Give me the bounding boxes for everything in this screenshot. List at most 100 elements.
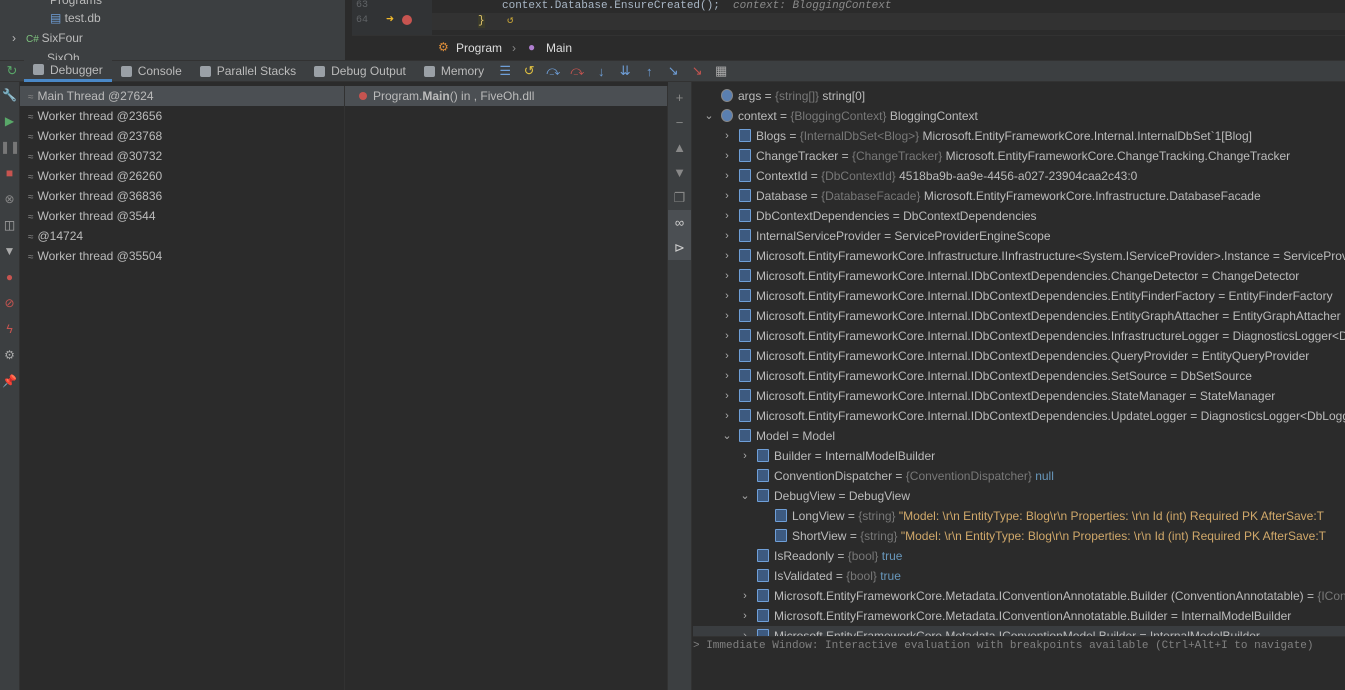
- chevron-right-icon[interactable]: ›: [739, 606, 751, 626]
- stop-icon[interactable]: ■: [0, 160, 19, 186]
- variable-row[interactable]: › Blogs = {InternalDbSet<Blog>} Microsoft…: [693, 126, 1345, 146]
- thread-item[interactable]: ≈ Worker thread @36836: [20, 186, 344, 206]
- variable-row[interactable]: › DbContextDependencies = DbContextDepend…: [693, 206, 1345, 226]
- variable-row[interactable]: › ChangeTracker = {ChangeTracker} Microso…: [693, 146, 1345, 166]
- variable-row[interactable]: › Microsoft.EntityFrameworkCore.Internal.…: [693, 406, 1345, 426]
- tree-item-sixfour[interactable]: › C# SixFour: [12, 28, 83, 48]
- variable-row[interactable]: › Builder = InternalModelBuilder: [693, 446, 1345, 466]
- breadcrumb-program[interactable]: Program: [456, 41, 502, 55]
- variable-row[interactable]: › Microsoft.EntityFrameworkCore.Internal.…: [693, 366, 1345, 386]
- chevron-right-icon[interactable]: ›: [721, 386, 733, 406]
- immediate-window-input[interactable]: > Immediate Window: Interactive evaluati…: [693, 636, 1345, 690]
- variable-row[interactable]: › Microsoft.EntityFrameworkCore.Infrastru…: [693, 246, 1345, 266]
- variable-row[interactable]: › Microsoft.EntityFrameworkCore.Internal.…: [693, 346, 1345, 366]
- chevron-right-icon[interactable]: ›: [721, 166, 733, 186]
- chevron-right-icon[interactable]: ›: [721, 226, 733, 246]
- variable-row[interactable]: › Microsoft.EntityFrameworkCore.Internal.…: [693, 326, 1345, 346]
- immediate-window-icon[interactable]: ⊳: [668, 235, 691, 260]
- variable-row[interactable]: › ContextId = {DbContextId} 4518ba9b-aa9e…: [693, 166, 1345, 186]
- evaluate-expression-icon[interactable]: ▦: [709, 63, 733, 79]
- step-out-icon[interactable]: ↑: [637, 64, 661, 79]
- resume-icon[interactable]: ▶: [0, 108, 19, 134]
- chevron-right-icon[interactable]: ›: [721, 146, 733, 166]
- chevron-right-icon[interactable]: ›: [721, 326, 733, 346]
- pin-icon[interactable]: 📌: [0, 368, 19, 394]
- variable-row[interactable]: ⌄ Model = Model: [693, 426, 1345, 446]
- variable-row[interactable]: IsReadonly = {bool} true: [693, 546, 1345, 566]
- tab-debugger[interactable]: Debugger: [24, 60, 112, 82]
- thread-item[interactable]: ≈ Worker thread @23656: [20, 106, 344, 126]
- chevron-right-icon[interactable]: ›: [739, 586, 751, 606]
- thread-item[interactable]: ≈ Worker thread @35504: [20, 246, 344, 266]
- chevron-right-icon[interactable]: ›: [739, 446, 751, 466]
- breakpoint-icon[interactable]: [402, 15, 412, 25]
- breadcrumb-main[interactable]: Main: [546, 41, 572, 55]
- add-watch-icon[interactable]: +: [668, 85, 691, 110]
- move-up-icon[interactable]: ▲: [668, 135, 691, 160]
- force-run-to-cursor-icon[interactable]: ↘: [685, 63, 709, 79]
- variable-row[interactable]: ⌄ DebugView = DebugView: [693, 486, 1345, 506]
- chevron-right-icon[interactable]: ›: [721, 286, 733, 306]
- chevron-right-icon[interactable]: ›: [739, 626, 751, 636]
- tab-debug-output[interactable]: Debug Output: [305, 60, 415, 82]
- rerun-icon[interactable]: ↻: [0, 63, 24, 79]
- tab-memory[interactable]: Memory: [415, 60, 493, 82]
- layout-icon[interactable]: ◫: [0, 212, 19, 238]
- chevron-down-icon[interactable]: ⌄: [739, 486, 751, 506]
- chevron-right-icon[interactable]: ›: [721, 126, 733, 146]
- thread-item[interactable]: ≈ @14724: [20, 226, 344, 246]
- variable-row[interactable]: › Microsoft.EntityFrameworkCore.Internal.…: [693, 266, 1345, 286]
- thread-item[interactable]: ≈ Main Thread @27624: [20, 86, 344, 106]
- menu-icon[interactable]: ☰: [493, 63, 517, 79]
- chevron-right-icon[interactable]: ›: [721, 206, 733, 226]
- show-execution-point-icon[interactable]: ↺: [517, 63, 541, 79]
- tab-parallel-stacks[interactable]: Parallel Stacks: [191, 60, 305, 82]
- mute-breakpoints-icon[interactable]: ⊘: [0, 290, 19, 316]
- code-editor[interactable]: 63 64 ➜ context.Database.EnsureCreated()…: [352, 0, 1345, 60]
- detach-icon[interactable]: ⊗: [0, 186, 19, 212]
- chevron-right-icon[interactable]: ›: [721, 366, 733, 386]
- step-into-icon[interactable]: ↓: [589, 64, 613, 79]
- variable-row[interactable]: ConventionDispatcher = {ConventionDispat…: [693, 466, 1345, 486]
- variable-row[interactable]: ShortView = {string} "Model: \r\n Entity…: [693, 526, 1345, 546]
- variable-row[interactable]: › InternalServiceProvider = ServiceProvid…: [693, 226, 1345, 246]
- variable-row[interactable]: IsValidated = {bool} true: [693, 566, 1345, 586]
- frame-item[interactable]: Program.Main() in , FiveOh.dll: [345, 86, 667, 106]
- chevron-down-icon[interactable]: ⌄: [721, 426, 733, 446]
- step-return-icon[interactable]: ↺: [507, 15, 514, 28]
- variable-row[interactable]: LongView = {string} "Model: \r\n EntityT…: [693, 506, 1345, 526]
- tab-console[interactable]: Console: [112, 60, 191, 82]
- variable-row[interactable]: ⌄ context = {BloggingContext} BloggingCon…: [693, 106, 1345, 126]
- remove-icon[interactable]: −: [668, 110, 691, 135]
- variable-row[interactable]: args = {string[]} string[0]: [693, 86, 1345, 106]
- variable-row[interactable]: › Database = {DatabaseFacade} Microsoft.E…: [693, 186, 1345, 206]
- thread-item[interactable]: ≈ Worker thread @30732: [20, 146, 344, 166]
- thread-item[interactable]: ≈ Worker thread @23768: [20, 126, 344, 146]
- chevron-right-icon[interactable]: ›: [721, 186, 733, 206]
- filter-icon[interactable]: ▼: [0, 238, 19, 264]
- variable-row[interactable]: › Microsoft.EntityFrameworkCore.Metadata.…: [693, 586, 1345, 606]
- variable-row[interactable]: › Microsoft.EntityFrameworkCore.Internal.…: [693, 306, 1345, 326]
- chevron-right-icon[interactable]: ›: [721, 346, 733, 366]
- variable-row[interactable]: › Microsoft.EntityFrameworkCore.Internal.…: [693, 286, 1345, 306]
- variable-row[interactable]: › Microsoft.EntityFrameworkCore.Metadata.…: [693, 626, 1345, 636]
- chevron-right-icon[interactable]: ›: [721, 246, 733, 266]
- step-over-force-icon[interactable]: ⤼: [565, 63, 589, 79]
- thread-item[interactable]: ≈ Worker thread @26260: [20, 166, 344, 186]
- step-over-icon[interactable]: ⤼: [541, 63, 565, 79]
- tree-item-test-db[interactable]: ▤ test.db: [50, 8, 101, 28]
- move-down-icon[interactable]: ▼: [668, 160, 691, 185]
- chevron-right-icon[interactable]: ›: [721, 266, 733, 286]
- view-breakpoints-icon[interactable]: ●: [0, 264, 19, 290]
- pause-icon[interactable]: ❚❚: [0, 134, 20, 160]
- gear-icon[interactable]: ⚙: [0, 342, 19, 368]
- watches-glasses-icon[interactable]: ∞: [668, 210, 691, 235]
- variable-row[interactable]: › Microsoft.EntityFrameworkCore.Internal.…: [693, 386, 1345, 406]
- run-to-cursor-icon[interactable]: ↘: [661, 63, 685, 79]
- exception-icon[interactable]: ϟ: [0, 316, 19, 342]
- copy-icon[interactable]: ❐: [668, 185, 691, 210]
- variable-row[interactable]: › Microsoft.EntityFrameworkCore.Metadata.…: [693, 606, 1345, 626]
- chevron-right-icon[interactable]: ›: [721, 306, 733, 326]
- chevron-right-icon[interactable]: ›: [721, 406, 733, 426]
- force-step-into-icon[interactable]: ⇊: [613, 63, 637, 79]
